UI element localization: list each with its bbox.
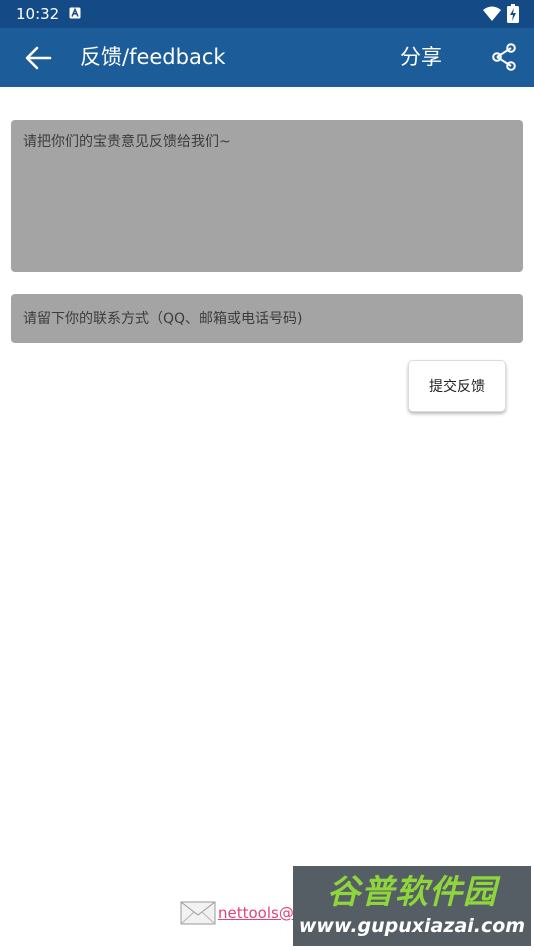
email-link[interactable]: nettools@ bbox=[218, 904, 294, 922]
status-time: 10:32 bbox=[16, 5, 60, 23]
notification-a-icon bbox=[69, 7, 81, 19]
battery-charging-icon bbox=[507, 4, 519, 23]
arrow-left-icon bbox=[25, 46, 52, 70]
envelope-icon bbox=[180, 901, 216, 925]
feedback-textarea[interactable] bbox=[11, 120, 523, 272]
page-title: 反馈/feedback bbox=[80, 45, 226, 69]
status-bar: 10:32 bbox=[0, 0, 534, 28]
watermark-url: www.gupuxiazai.com bbox=[298, 915, 526, 937]
email-footer: nettools@ bbox=[180, 898, 294, 928]
back-button[interactable] bbox=[18, 38, 58, 78]
share-icon-button[interactable] bbox=[487, 40, 521, 74]
share-icon bbox=[492, 43, 516, 71]
contact-input[interactable] bbox=[11, 294, 523, 343]
submit-feedback-button[interactable]: 提交反馈 bbox=[408, 360, 506, 412]
wifi-icon bbox=[483, 6, 501, 21]
share-button[interactable]: 分享 bbox=[400, 43, 442, 71]
app-toolbar: 反馈/feedback 分享 bbox=[0, 28, 534, 87]
watermark-logo: 谷普软件园 bbox=[327, 872, 497, 911]
watermark: 谷普软件园 www.gupuxiazai.com bbox=[293, 866, 531, 946]
